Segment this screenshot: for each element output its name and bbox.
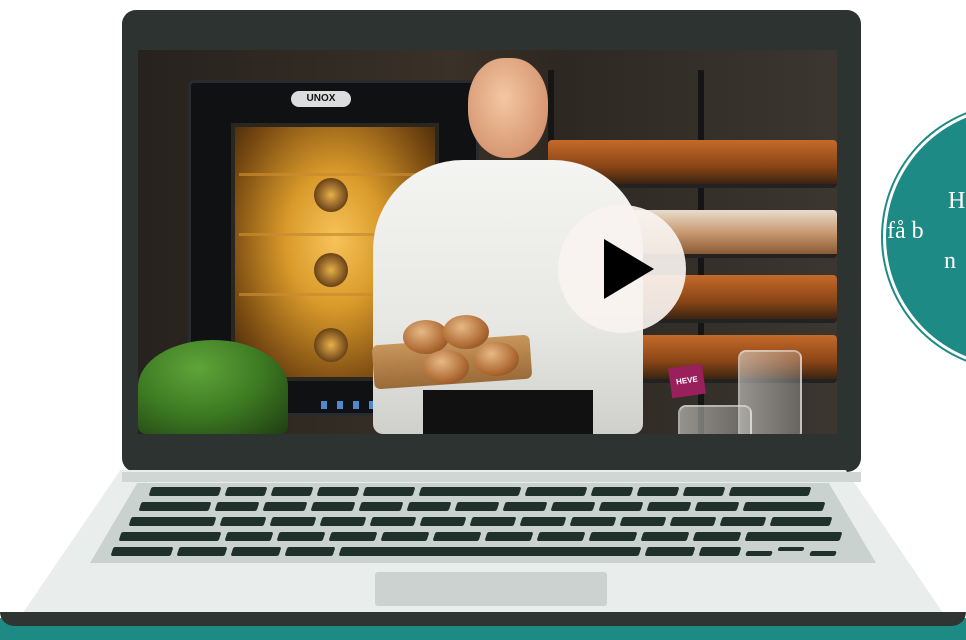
key [230,547,282,556]
arrow-key [809,551,837,556]
badge-line-2: få b [887,218,924,244]
key [138,502,212,511]
key [742,502,826,511]
key [569,517,617,526]
key [484,532,534,541]
key [328,532,378,541]
badge-line-3: n [944,248,956,274]
key [406,502,452,511]
key [319,517,367,526]
key [644,547,696,556]
key [224,487,268,496]
touchpad [375,572,607,606]
oven-pan [314,178,348,212]
pastry [403,320,449,354]
badge-line-1: H [948,188,966,214]
key [524,487,588,496]
key [316,487,360,496]
play-icon [604,239,654,299]
key [310,502,356,511]
key-row [90,532,876,543]
key [419,517,467,526]
key [619,517,667,526]
key [469,517,517,526]
key [432,532,482,541]
key [148,487,222,496]
key [176,547,228,556]
glass-jar [678,405,752,434]
key [692,532,742,541]
pastry [443,315,489,349]
key [682,487,726,496]
key [519,517,567,526]
key [588,532,638,541]
keyboard [90,483,876,563]
key [110,547,174,556]
key [128,517,217,526]
arrow-key [745,551,773,556]
stage: UNOX HEVE H få b n [0,0,966,640]
key [636,487,680,496]
key [669,517,717,526]
video-player[interactable]: UNOX HEVE [138,50,837,434]
key [550,502,596,511]
oven-pan [314,328,348,362]
key [358,502,404,511]
pastry [423,350,469,384]
play-button[interactable] [558,205,686,333]
key [744,532,843,541]
key-row [90,487,876,498]
key [598,502,644,511]
product-tag: HEVE [668,363,706,399]
key [536,532,586,541]
key [698,547,742,556]
key [219,517,267,526]
key-row [90,502,876,513]
key [269,517,317,526]
key [454,502,500,511]
key [694,502,740,511]
plant-image [138,340,288,434]
teal-badge: H få b n [886,108,966,366]
laptop-base-edge [0,612,966,626]
key [276,532,326,541]
key [270,487,314,496]
key [646,502,692,511]
oven-logo: UNOX [291,91,351,107]
key [214,502,260,511]
oven-pan [314,253,348,287]
key-row [90,547,876,558]
key [719,517,767,526]
laptop-hinge [122,472,861,482]
key-row [90,517,876,528]
key [369,517,417,526]
pastry [473,342,519,376]
key [362,487,416,496]
key [118,532,222,541]
key [418,487,522,496]
oven-rack [239,173,423,176]
chef-head [468,58,548,158]
key [769,517,833,526]
spacebar [338,547,642,556]
key [728,487,812,496]
chef-pants [423,390,593,434]
arrow-key [777,547,805,551]
key [590,487,634,496]
key [224,532,274,541]
key [640,532,690,541]
key [284,547,336,556]
key [262,502,308,511]
key [380,532,430,541]
key [502,502,548,511]
